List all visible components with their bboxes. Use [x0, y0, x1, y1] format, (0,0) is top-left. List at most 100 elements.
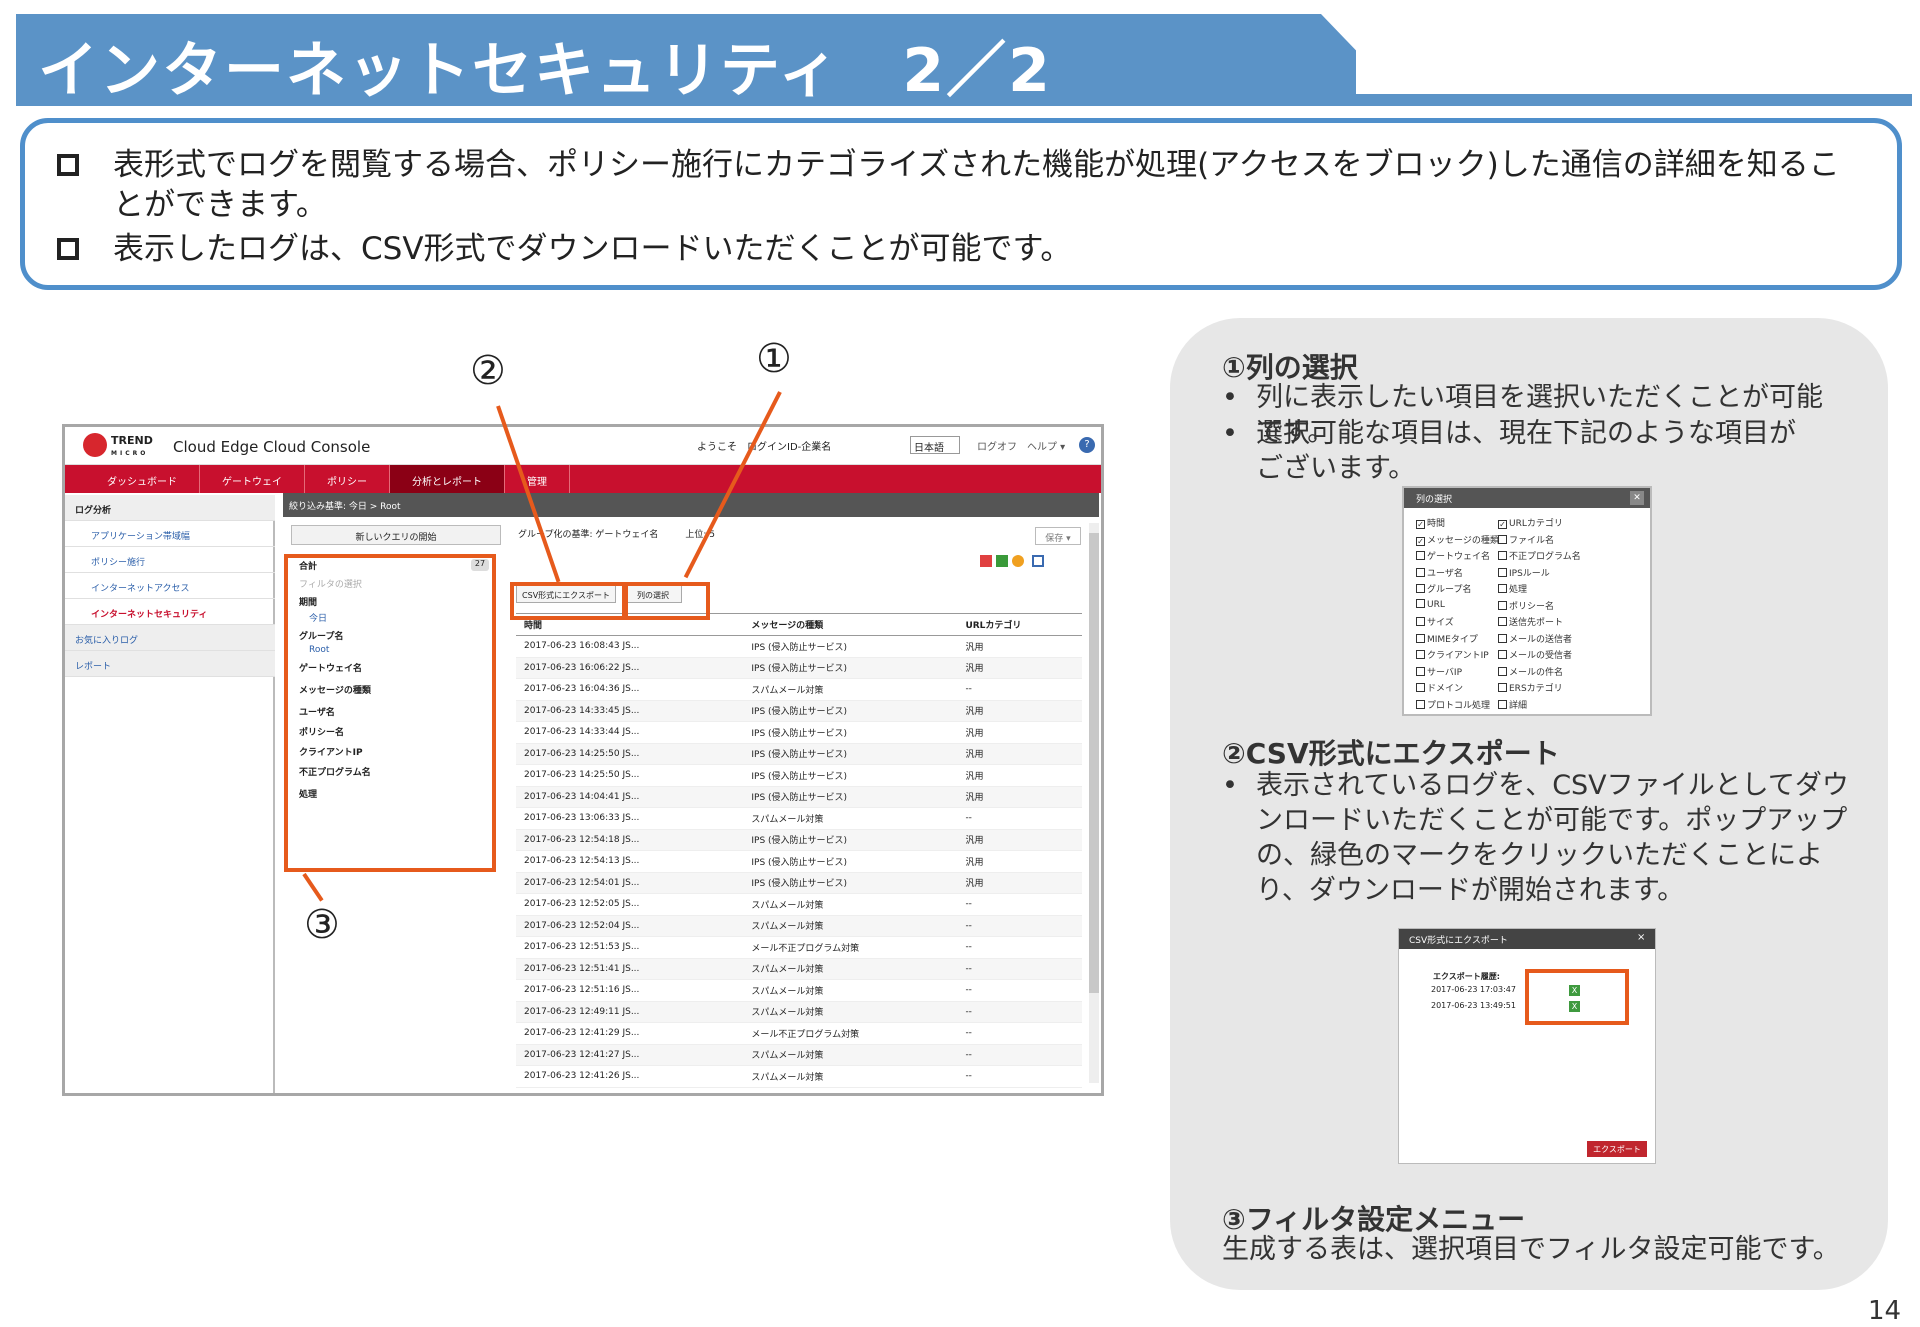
column-option[interactable]: 詳細 — [1498, 698, 1527, 711]
checkbox-icon[interactable] — [1498, 600, 1507, 610]
checkbox-checked-icon[interactable]: ✓ — [1498, 520, 1507, 529]
table-row[interactable]: 2017-06-23 14:33:44 JS... IPS (侵入防止サービス) 汎… — [516, 721, 1082, 744]
checkbox-icon[interactable] — [1498, 534, 1507, 544]
table-row[interactable]: 2017-06-23 12:52:05 JS... スパムメール対策 -- — [516, 893, 1082, 916]
table-row[interactable]: 2017-06-23 16:06:22 JS... IPS (侵入防止サービス) 汎… — [516, 657, 1082, 679]
column-option[interactable]: ✓ URLカテゴリ — [1498, 516, 1563, 529]
left-menu-internet-access[interactable]: インターネットアクセス — [65, 573, 275, 599]
column-option[interactable]: グループ名 — [1416, 582, 1471, 595]
checkbox-icon[interactable] — [1498, 650, 1507, 659]
tab-analysis-report[interactable]: 分析とレポート — [390, 465, 505, 493]
checkbox-icon[interactable] — [1416, 598, 1425, 608]
checkbox-checked-icon[interactable]: ✓ — [1416, 536, 1425, 546]
checkbox-icon[interactable] — [1498, 567, 1507, 577]
checkbox-icon[interactable] — [1416, 699, 1425, 709]
column-header-message-type[interactable]: メッセージの種類 — [743, 613, 958, 636]
column-option[interactable]: MIMEタイプ — [1416, 632, 1478, 645]
save-button[interactable]: 保存 ▾ — [1035, 527, 1081, 545]
table-view-icon[interactable] — [1032, 555, 1044, 567]
checkbox-icon[interactable] — [1498, 584, 1507, 593]
left-menu-favorites[interactable]: お気に入りログ — [65, 625, 275, 651]
checkbox-icon[interactable] — [1416, 567, 1425, 577]
checkbox-icon[interactable] — [1416, 650, 1425, 659]
table-row[interactable]: 2017-06-23 12:51:53 JS... メール不正プログラム対策 -- — [516, 936, 1082, 959]
column-option[interactable]: ドメイン — [1416, 681, 1463, 694]
table-row[interactable]: 2017-06-23 14:04:41 JS... IPS (侵入防止サービス) 汎… — [516, 786, 1082, 808]
left-menu-app-bandwidth[interactable]: アプリケーション帯域幅 — [65, 521, 275, 547]
table-scrollbar[interactable] — [1089, 523, 1099, 1083]
bar-chart-icon[interactable] — [996, 555, 1008, 567]
export-button[interactable]: エクスポート — [1587, 1141, 1647, 1157]
table-row[interactable]: 2017-06-23 14:25:50 JS... IPS (侵入防止サービス) 汎… — [516, 764, 1082, 787]
column-option[interactable]: ゲートウェイ名 — [1416, 549, 1490, 562]
table-row[interactable]: 2017-06-23 14:33:45 JS... IPS (侵入防止サービス) 汎… — [516, 700, 1082, 722]
logout-link[interactable]: ログオフ — [977, 438, 1017, 453]
left-menu-report[interactable]: レポート — [65, 651, 275, 677]
column-option[interactable]: メールの送信者 — [1498, 632, 1572, 645]
table-row[interactable]: 2017-06-23 14:25:50 JS... IPS (侵入防止サービス) 汎… — [516, 743, 1082, 765]
checkbox-icon[interactable] — [1498, 666, 1507, 676]
column-option[interactable]: サーバIP — [1416, 665, 1462, 678]
column-option[interactable]: URL — [1416, 598, 1445, 610]
table-row[interactable]: 2017-06-23 12:52:04 JS... スパムメール対策 -- — [516, 915, 1082, 937]
left-menu-log-analysis[interactable]: ログ分析 — [65, 495, 275, 521]
table-row[interactable]: 2017-06-23 13:06:33 JS... スパムメール対策 -- — [516, 807, 1082, 830]
table-row[interactable]: 2017-06-23 12:41:27 JS... スパムメール対策 -- — [516, 1044, 1082, 1066]
column-option[interactable]: ERSカテゴリ — [1498, 681, 1563, 694]
chart-icon[interactable] — [980, 555, 992, 567]
checkbox-icon[interactable] — [1498, 617, 1507, 626]
checkbox-icon[interactable] — [1416, 584, 1425, 593]
help-icon[interactable]: ? — [1079, 437, 1095, 453]
table-row[interactable]: 2017-06-23 12:54:13 JS... IPS (侵入防止サービス) 汎… — [516, 850, 1082, 873]
column-option[interactable]: ポリシー名 — [1498, 599, 1554, 612]
column-option[interactable]: 送信先ポート — [1498, 615, 1563, 628]
left-menu-policy[interactable]: ポリシー施行 — [65, 547, 275, 573]
new-query-button[interactable]: 新しいクエリの開始 — [291, 525, 501, 545]
table-row[interactable]: 2017-06-23 12:41:26 JS... スパムメール対策 -- — [516, 1065, 1082, 1088]
table-row[interactable]: 2017-06-23 12:41:29 JS... メール不正プログラム対策 -- — [516, 1022, 1082, 1045]
table-row[interactable]: 2017-06-23 12:54:01 JS... IPS (侵入防止サービス) 汎… — [516, 872, 1082, 894]
column-option[interactable]: メールの件名 — [1498, 665, 1563, 678]
tab-admin[interactable]: 管理 — [505, 465, 570, 493]
export-history-row: 2017-06-23 13:49:51 — [1431, 1001, 1516, 1010]
close-icon[interactable]: ✕ — [1630, 491, 1644, 505]
checkbox-icon[interactable] — [1498, 683, 1507, 692]
group-by-select[interactable]: グループ化の基準: ゲートウェイ名 上位: 5 — [518, 527, 715, 540]
column-option[interactable]: 不正プログラム名 — [1498, 549, 1581, 562]
checkbox-icon[interactable] — [1416, 617, 1425, 626]
column-option[interactable]: IPSルール — [1498, 566, 1550, 579]
pie-chart-icon[interactable] — [1012, 555, 1024, 567]
tab-gateway[interactable]: ゲートウェイ — [200, 465, 305, 493]
checkbox-icon[interactable] — [1416, 666, 1425, 676]
column-header-url-category[interactable]: URLカテゴリ — [957, 613, 1082, 636]
language-select[interactable]: 日本語 — [910, 436, 960, 454]
checkbox-icon[interactable] — [1416, 633, 1425, 643]
help-menu[interactable]: ヘルプ ▾ — [1027, 438, 1065, 453]
checkbox-icon[interactable] — [1416, 683, 1425, 692]
scrollbar-thumb[interactable] — [1089, 533, 1099, 993]
tab-policy[interactable]: ポリシー — [305, 465, 390, 493]
checkbox-icon[interactable] — [1498, 551, 1507, 560]
table-row[interactable]: 2017-06-23 16:08:43 JS... IPS (侵入防止サービス) 汎… — [516, 635, 1082, 658]
table-row[interactable]: 2017-06-23 12:49:11 JS... スパムメール対策 -- — [516, 1001, 1082, 1023]
column-option[interactable]: ✓ メッセージの種類 — [1416, 533, 1499, 546]
checkbox-icon[interactable] — [1498, 699, 1507, 709]
table-row[interactable]: 2017-06-23 16:04:36 JS... スパムメール対策 -- — [516, 678, 1082, 701]
column-option[interactable]: ✓ 時間 — [1416, 516, 1445, 529]
table-row[interactable]: 2017-06-23 12:51:16 JS... スパムメール対策 -- — [516, 979, 1082, 1002]
checkbox-icon[interactable] — [1416, 551, 1425, 560]
table-row[interactable]: 2017-06-23 12:51:41 JS... スパムメール対策 -- — [516, 958, 1082, 980]
tab-dashboard[interactable]: ダッシュボード — [85, 465, 200, 493]
column-option[interactable]: 処理 — [1498, 582, 1527, 595]
checkbox-icon[interactable] — [1498, 633, 1507, 643]
column-option[interactable]: クライアントIP — [1416, 648, 1489, 661]
column-option[interactable]: ファイル名 — [1498, 533, 1554, 546]
table-row[interactable]: 2017-06-23 12:54:18 JS... IPS (侵入防止サービス) 汎… — [516, 829, 1082, 851]
checkbox-checked-icon[interactable]: ✓ — [1416, 520, 1425, 529]
column-option[interactable]: ユーザ名 — [1416, 566, 1463, 579]
column-option[interactable]: プロトコル処理 — [1416, 698, 1490, 711]
column-option[interactable]: サイズ — [1416, 615, 1454, 628]
left-menu-internet-security[interactable]: インターネットセキュリティ — [65, 599, 275, 625]
column-option[interactable]: メールの受信者 — [1498, 648, 1572, 661]
close-icon[interactable]: × — [1637, 932, 1645, 943]
